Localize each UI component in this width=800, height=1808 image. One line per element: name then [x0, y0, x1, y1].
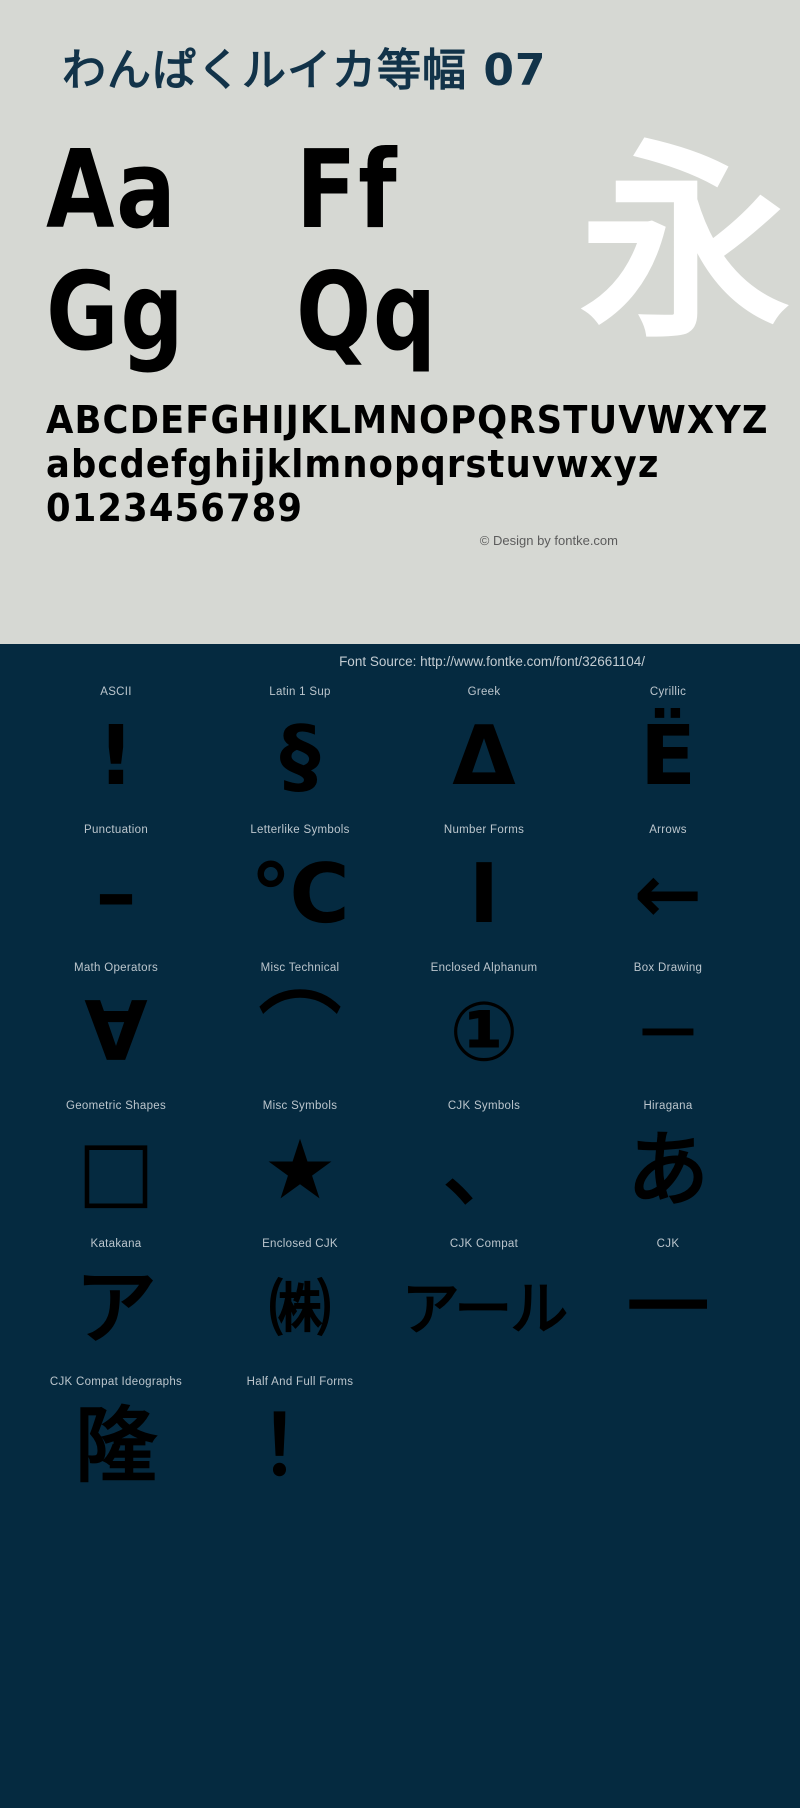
glyph-cell-enclosed-alphanum: Enclosed Alphanum ① — [392, 958, 576, 1096]
glyph-cell-geometric-shapes: Geometric Shapes □ — [24, 1096, 208, 1234]
grid-spacer — [0, 958, 24, 1096]
glyph-label: Katakana — [90, 1238, 142, 1250]
glyph-cell-cjk-compat-ideographs: CJK Compat Ideographs 隆 — [24, 1372, 208, 1510]
glyph-cell-cjk-compat: CJK Compat アール — [392, 1234, 576, 1372]
glyph-label: Enclosed Alphanum — [430, 962, 538, 974]
glyph-label — [392, 1372, 576, 1392]
cjk-sample-glyph: 永 — [579, 122, 790, 367]
glyph-label: Half And Full Forms — [246, 1376, 354, 1388]
grid-spacer — [0, 820, 24, 958]
glyph-sample: ← — [633, 847, 703, 942]
glyph-row: Punctuation – Letterlike Symbols ℃ Numbe… — [0, 820, 800, 958]
glyph-sample: ！ — [258, 1399, 341, 1494]
big-sample-gg: Gg — [46, 250, 186, 375]
glyph-coverage-panel: Font Source: http://www.fontke.com/font/… — [0, 644, 800, 1808]
grid-spacer — [0, 1096, 24, 1234]
glyph-sample: ★ — [263, 1123, 337, 1218]
glyph-cell-enclosed-cjk: Enclosed CJK ㈱ — [208, 1234, 392, 1372]
glyph-label: Misc Symbols — [262, 1100, 338, 1112]
glyph-cell-misc-technical: Misc Technical ⌒ — [208, 958, 392, 1096]
glyph-cell-ascii: ASCII ! — [24, 682, 208, 820]
glyph-cell-cjk-symbols: CJK Symbols 、 — [392, 1096, 576, 1234]
glyph-cell-hiragana: Hiragana あ — [576, 1096, 760, 1234]
glyph-cell-punctuation: Punctuation – — [24, 820, 208, 958]
glyph-label: CJK Compat Ideographs — [49, 1376, 183, 1388]
glyph-sample — [392, 1392, 576, 1502]
glyph-label: Cyrillic — [649, 686, 687, 698]
big-sample-ff: Ff — [296, 128, 399, 253]
digits-row: 0123456789 — [46, 486, 304, 530]
grid-spacer — [0, 682, 24, 820]
glyph-sample: Ё — [639, 709, 696, 804]
glyph-sample: Δ — [452, 709, 516, 804]
glyph-cell-letterlike-symbols: Letterlike Symbols ℃ — [208, 820, 392, 958]
glyph-label: Number Forms — [443, 824, 525, 836]
glyph-sample: ㈱ — [268, 1272, 331, 1345]
glyph-label: Enclosed CJK — [262, 1238, 338, 1250]
glyph-label: ASCII — [100, 686, 132, 698]
glyph-grid: ASCII ! Latin 1 Sup § Greek Δ Cyrillic Ё… — [0, 682, 800, 1510]
glyph-label: Math Operators — [73, 962, 159, 974]
glyph-cell-cjk: CJK 一 — [576, 1234, 760, 1372]
glyph-cell-number-forms: Number Forms Ⅰ — [392, 820, 576, 958]
glyph-cell-math-operators: Math Operators ∀ — [24, 958, 208, 1096]
glyph-row: Katakana ア Enclosed CJK ㈱ CJK Compat アール… — [0, 1234, 800, 1372]
glyph-sample: ! — [97, 709, 135, 804]
glyph-cell-empty — [392, 1372, 576, 1510]
glyph-sample: ∀ — [84, 985, 148, 1080]
glyph-cell-empty — [576, 1372, 760, 1510]
big-sample-qq: Qq — [296, 250, 438, 375]
big-sample-aa: Aa — [46, 128, 178, 253]
glyph-label: CJK — [656, 1238, 680, 1250]
lowercase-alphabet: abcdefghijklmnopqrstuvwxyz — [46, 442, 660, 486]
glyph-row: Geometric Shapes □ Misc Symbols ★ CJK Sy… — [0, 1096, 800, 1234]
glyph-sample: ア — [74, 1261, 157, 1356]
glyph-sample: ─ — [643, 985, 693, 1080]
uppercase-alphabet: ABCDEFGHIJKLMNOPQRSTUVWXYZ — [46, 398, 769, 442]
glyph-sample: ℃ — [250, 847, 350, 942]
glyph-sample: 、 — [442, 1123, 525, 1218]
grid-spacer — [0, 1372, 24, 1510]
glyph-sample: 隆 — [74, 1399, 157, 1494]
glyph-sample: § — [279, 709, 321, 804]
glyph-label: Punctuation — [83, 824, 149, 836]
font-source-link[interactable]: Font Source: http://www.fontke.com/font/… — [339, 654, 645, 669]
glyph-cell-greek: Greek Δ — [392, 682, 576, 820]
glyph-sample — [576, 1392, 760, 1502]
glyph-cell-half-and-full-forms: Half And Full Forms ！ — [208, 1372, 392, 1510]
glyph-label: Geometric Shapes — [65, 1100, 167, 1112]
glyph-label: Misc Technical — [260, 962, 340, 974]
glyph-row: ASCII ! Latin 1 Sup § Greek Δ Cyrillic Ё — [0, 682, 800, 820]
glyph-label: Box Drawing — [633, 962, 703, 974]
glyph-label: CJK Compat — [449, 1238, 519, 1250]
glyph-sample: アール — [401, 1275, 569, 1343]
glyph-cell-box-drawing: Box Drawing ─ — [576, 958, 760, 1096]
glyph-cell-katakana: Katakana ア — [24, 1234, 208, 1372]
alphabet-block: ABCDEFGHIJKLMNOPQRSTUVWXYZ abcdefghijklm… — [46, 398, 769, 530]
glyph-sample: あ — [626, 1123, 709, 1218]
glyph-sample: Ⅰ — [468, 847, 500, 942]
glyph-cell-latin-1-sup: Latin 1 Sup § — [208, 682, 392, 820]
glyph-row: Math Operators ∀ Misc Technical ⌒ Enclos… — [0, 958, 800, 1096]
page-title: わんぱくルイカ等幅 07 — [62, 45, 547, 96]
glyph-label: Hiragana — [643, 1100, 693, 1112]
specimen-light-panel: わんぱくルイカ等幅 07 Aa Ff Gg Qq 永 ABCDEFGHIJKLM… — [0, 0, 800, 644]
glyph-label: CJK Symbols — [447, 1100, 521, 1112]
glyph-sample: □ — [77, 1123, 155, 1218]
glyph-row: CJK Compat Ideographs 隆 Half And Full Fo… — [0, 1372, 800, 1510]
glyph-sample: ① — [449, 985, 519, 1080]
glyph-cell-arrows: Arrows ← — [576, 820, 760, 958]
copyright-notice: © Design by fontke.com — [479, 533, 618, 548]
glyph-label: Latin 1 Sup — [269, 686, 331, 698]
glyph-label: Greek — [467, 686, 501, 698]
glyph-label — [576, 1372, 760, 1392]
glyph-label: Letterlike Symbols — [250, 824, 350, 836]
glyph-label: Arrows — [649, 824, 687, 836]
glyph-sample: – — [95, 847, 137, 942]
glyph-cell-cyrillic: Cyrillic Ё — [576, 682, 760, 820]
grid-spacer — [0, 1234, 24, 1372]
glyph-sample: 一 — [626, 1261, 709, 1356]
glyph-sample: ⌒ — [258, 985, 341, 1080]
glyph-cell-misc-symbols: Misc Symbols ★ — [208, 1096, 392, 1234]
